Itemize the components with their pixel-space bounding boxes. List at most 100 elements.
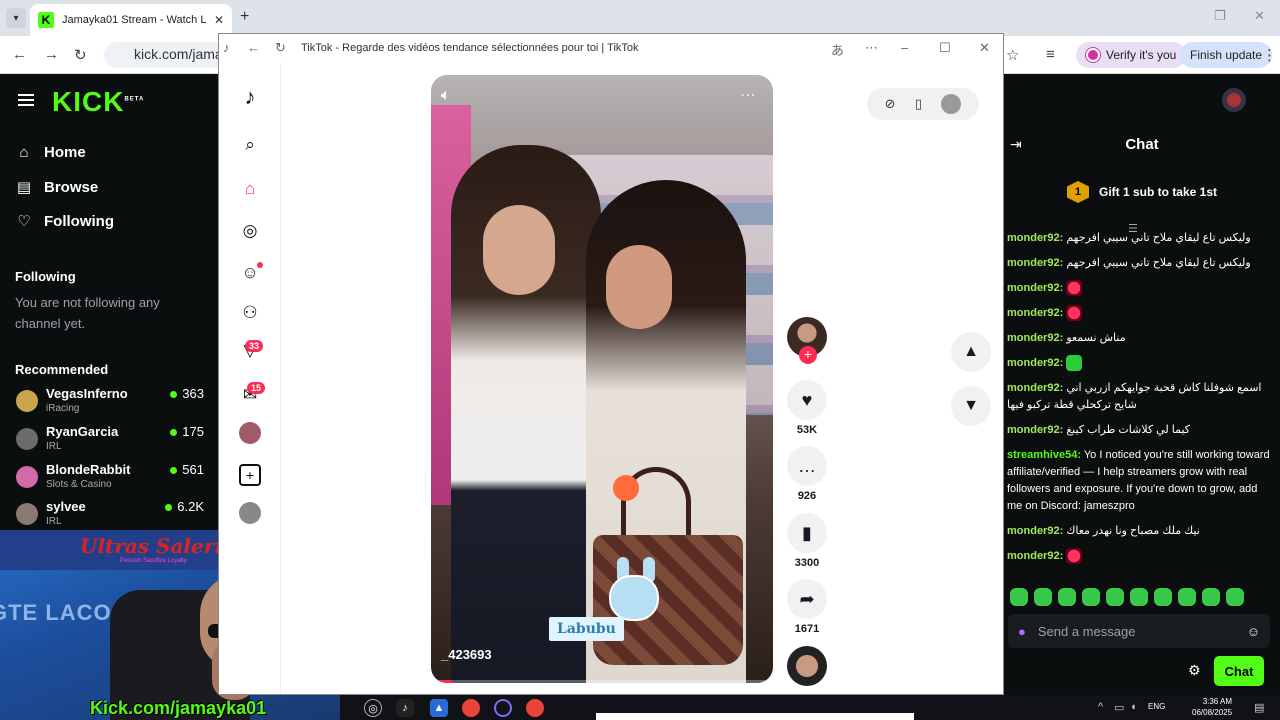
minimize-icon[interactable]: – <box>901 40 908 55</box>
emote-icon[interactable] <box>1082 588 1100 606</box>
chat-message: monder92: كيما لي كلاشات طراب كيبغ <box>1007 422 1273 439</box>
network-icon[interactable]: ▭ <box>1114 701 1124 714</box>
chat-username[interactable]: monder92: <box>1007 282 1063 294</box>
back-arrow-icon[interactable]: ← <box>12 46 27 63</box>
window-close-icon[interactable]: ✕ <box>1254 8 1265 24</box>
verify-identity-button[interactable]: Verify it's you <box>1076 42 1187 68</box>
avatar[interactable] <box>941 94 962 114</box>
follow-plus-icon[interactable]: + <box>799 346 817 364</box>
friends-icon[interactable]: ⚇ <box>239 302 261 324</box>
emote-icon[interactable] <box>1010 588 1028 606</box>
chat-username[interactable]: monder92: <box>1007 550 1063 562</box>
more-options-icon[interactable]: ⋯ <box>865 40 878 56</box>
finish-update-button[interactable]: Finish update <box>1180 42 1273 68</box>
user-avatar[interactable] <box>1222 88 1246 112</box>
app-taskbar-icon[interactable]: ▲ <box>430 699 448 717</box>
app-circle-icon[interactable] <box>494 699 512 717</box>
comment-button[interactable]: … 926 <box>787 446 827 502</box>
tray-chevron-icon[interactable]: ^ <box>1098 701 1103 713</box>
reload-icon[interactable]: ↻ <box>74 46 87 64</box>
face <box>606 245 672 329</box>
emoji-smile-icon[interactable]: ☺ <box>1247 624 1260 639</box>
forward-arrow-icon[interactable]: → <box>44 46 59 63</box>
chat-send-button[interactable]: Chat <box>1214 656 1264 686</box>
tab-search-chevron-icon[interactable]: ▾ <box>6 8 26 28</box>
video-username[interactable]: _423693 <box>441 647 492 662</box>
chat-username[interactable]: monder92: <box>1007 382 1063 394</box>
back-arrow-icon[interactable]: ← <box>247 40 260 55</box>
more-avatar[interactable] <box>239 502 261 524</box>
compass-icon[interactable]: ⊘ <box>885 96 896 112</box>
chat-username[interactable]: monder92: <box>1007 424 1063 436</box>
browser-tab-kick[interactable]: K Jamayka01 Stream - Watch Live on Kick … <box>30 4 232 36</box>
browser-menu-icon[interactable]: ⋮ <box>1262 46 1277 64</box>
emote-icon[interactable] <box>1226 588 1244 606</box>
like-button[interactable]: ♥ 53K <box>787 380 827 436</box>
search-icon[interactable]: ⌕ <box>239 134 261 156</box>
notification-center-icon[interactable]: ▤ <box>1254 701 1264 714</box>
device-icon[interactable]: ▯ <box>915 96 922 112</box>
volume-icon[interactable]: 🔈︎ <box>441 87 451 105</box>
tiktok-logo-icon[interactable]: ♪ <box>239 86 261 108</box>
like-count: 53K <box>796 424 818 436</box>
emote-icon[interactable] <box>1202 588 1220 606</box>
recommended-channel[interactable]: BlondeRabbit Slots & Casino 561 <box>14 462 204 498</box>
nav-browse[interactable]: ▤ Browse <box>16 178 98 197</box>
chat-username[interactable]: monder92: <box>1007 332 1063 344</box>
emote-icon[interactable] <box>1154 588 1172 606</box>
translate-icon[interactable]: あ <box>831 40 844 59</box>
gift-sub-leaderboard[interactable]: 1 Gift 1 sub to take 1st <box>1004 178 1280 206</box>
emote-icon[interactable] <box>1106 588 1124 606</box>
new-tab-plus-icon[interactable]: + <box>240 8 249 26</box>
chat-username[interactable]: monder92: <box>1007 232 1063 244</box>
chat-username[interactable]: monder92: <box>1007 307 1063 319</box>
clock[interactable]: 3:36 AM 06/08/2025 <box>1192 696 1232 718</box>
verify-label: Verify it's you <box>1106 48 1177 62</box>
obs-icon[interactable]: ◎ <box>364 699 382 717</box>
upload-plus-icon[interactable]: + <box>239 464 261 486</box>
nav-home[interactable]: ⌂ Home <box>16 144 85 161</box>
emote-icon[interactable] <box>1058 588 1076 606</box>
chrome-taskbar-icon[interactable] <box>462 699 480 717</box>
music-disc[interactable] <box>787 646 827 686</box>
emote-bar <box>1010 588 1272 606</box>
chat-username[interactable]: streamhive54: <box>1007 449 1081 461</box>
chat-input[interactable]: ● Send a message ☺ <box>1008 614 1270 648</box>
recommended-channel[interactable]: VegasInferno iRacing 363 <box>14 386 204 422</box>
kick-logo[interactable]: KICKBETA <box>52 86 144 118</box>
recommended-channel[interactable]: RyanGarcia IRL 175 <box>14 424 204 460</box>
close-icon[interactable]: ✕ <box>979 40 990 56</box>
chat-username[interactable]: monder92: <box>1007 525 1063 537</box>
chat-username[interactable]: monder92: <box>1007 257 1063 269</box>
explore-compass-icon[interactable]: ◎ <box>239 220 261 242</box>
media-controls-icon[interactable]: ≡ <box>1046 46 1055 63</box>
chat-username[interactable]: monder92: <box>1007 357 1063 369</box>
video-more-icon[interactable]: ⋯ <box>740 85 757 105</box>
share-button[interactable]: ➦ 1671 <box>787 579 827 635</box>
comment-icon: … <box>787 446 827 486</box>
microphone-icon[interactable]: ● <box>1018 624 1026 639</box>
emote-icon[interactable] <box>1130 588 1148 606</box>
tiktok-app-icon: ♪ <box>223 40 230 55</box>
nav-following[interactable]: ♡ Following <box>16 212 114 231</box>
maximize-icon[interactable]: ☐ <box>939 40 951 56</box>
language-indicator[interactable]: ENG <box>1148 702 1165 711</box>
previous-video-button[interactable]: ▲ <box>951 332 991 372</box>
hamburger-menu-icon[interactable] <box>18 94 34 106</box>
volume-tray-icon[interactable]: ◖ <box>1130 701 1137 713</box>
video-player[interactable]: Labubu 🔈︎ ⋯ _423693 <box>431 75 773 683</box>
emote-icon[interactable] <box>1034 588 1052 606</box>
emote-icon[interactable] <box>1178 588 1196 606</box>
bookmark-star-icon[interactable]: ☆ <box>1006 46 1019 64</box>
video-progress-bar[interactable] <box>431 680 773 683</box>
home-icon[interactable]: ⌂ <box>239 178 261 200</box>
gear-icon[interactable]: ⚙ <box>1188 662 1201 679</box>
tiktok-taskbar-icon[interactable]: ♪ <box>396 699 414 717</box>
profile-avatar[interactable] <box>239 422 261 444</box>
window-restore-icon[interactable]: ❐ <box>1214 8 1226 24</box>
close-tab-icon[interactable]: ✕ <box>214 13 224 27</box>
reload-icon[interactable]: ↻ <box>275 40 286 56</box>
chrome-taskbar-icon[interactable] <box>526 699 544 717</box>
next-video-button[interactable]: ▼ <box>951 386 991 426</box>
save-button[interactable]: ▮ 3300 <box>787 513 827 569</box>
